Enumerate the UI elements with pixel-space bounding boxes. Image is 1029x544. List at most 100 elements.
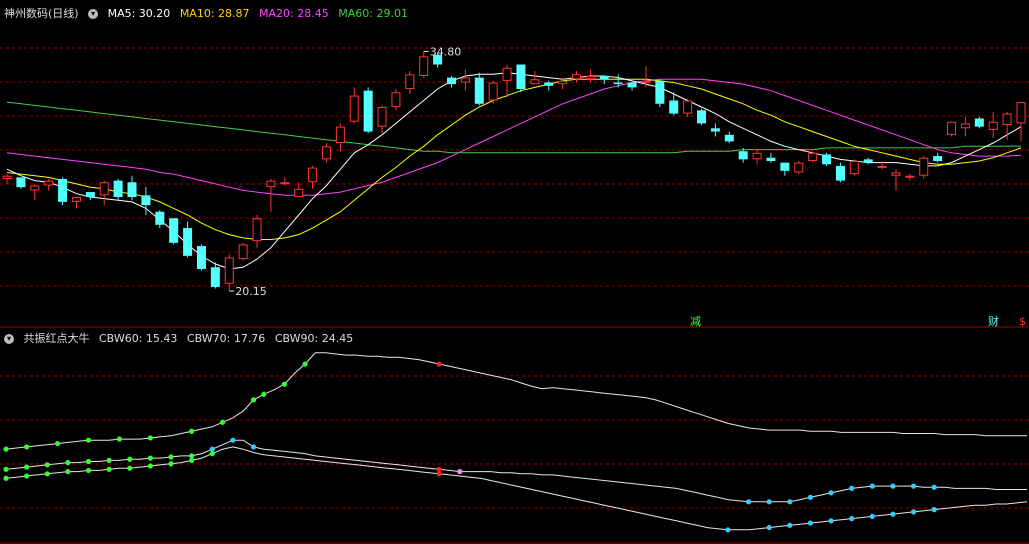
candle-body — [127, 182, 137, 197]
candle — [905, 174, 915, 181]
signal-dot — [787, 499, 793, 505]
candle-body — [294, 188, 304, 197]
candle — [599, 75, 609, 85]
signal-dot — [116, 436, 123, 442]
candle — [849, 159, 859, 176]
candle-body — [321, 146, 331, 160]
candle-body — [113, 180, 123, 197]
signal-dot — [3, 475, 9, 481]
candle-body — [474, 77, 484, 104]
candle-body — [377, 107, 387, 127]
indicator-lines — [5, 352, 1028, 531]
candle — [794, 161, 804, 175]
candle — [377, 105, 387, 134]
candle-body — [794, 162, 804, 173]
ma20-label: MA20: 28.45 — [259, 7, 329, 20]
signal-dot — [24, 473, 30, 479]
ma60-label: MA60: 29.01 — [338, 7, 408, 20]
candle-body — [99, 182, 109, 196]
candle-body — [905, 175, 915, 178]
dollar-marker[interactable]: $ — [1019, 315, 1026, 328]
signal-dot — [436, 361, 442, 367]
signal-dot — [250, 444, 257, 450]
candle-body — [738, 151, 748, 160]
candle — [446, 75, 456, 88]
candle — [947, 121, 957, 137]
candle — [835, 162, 845, 183]
candle — [349, 87, 359, 124]
candle-body — [558, 80, 568, 85]
signal-dot — [436, 466, 442, 472]
candle-body — [724, 134, 734, 142]
candle — [99, 180, 109, 206]
candle-body — [683, 100, 693, 114]
signal-dot — [250, 397, 257, 403]
ma5-label: MA5: 30.20 — [107, 7, 171, 20]
candle-body — [849, 161, 859, 175]
jian-marker[interactable]: 减 — [690, 315, 701, 328]
signal-dot — [127, 456, 133, 462]
candle — [321, 143, 331, 163]
signal-dot — [106, 466, 112, 472]
candle-body — [488, 82, 498, 101]
signal-dot — [828, 518, 834, 524]
candle-body — [308, 167, 318, 183]
signal-dot — [127, 465, 133, 471]
candle-body — [891, 172, 901, 176]
candle — [516, 64, 526, 93]
ma60-line — [6, 101, 1021, 154]
candle-body — [391, 92, 401, 108]
stock-chart-canvas: 34.80 20.15 — [0, 45, 1029, 544]
candle-body — [252, 218, 262, 242]
low-price-label: 20.15 — [235, 285, 267, 298]
candle — [724, 131, 734, 144]
candle-body — [613, 82, 623, 85]
candle-body — [585, 75, 595, 80]
candle-body — [2, 175, 12, 179]
candle — [697, 108, 707, 126]
ma5-line — [6, 72, 1022, 270]
cbw90-label: CBW90: 24.45 — [274, 332, 354, 345]
signal-dot — [189, 453, 195, 459]
candle — [391, 89, 401, 111]
ma20-line — [6, 78, 1022, 196]
indicator-title[interactable]: 共振红点大牛 — [24, 332, 90, 345]
indicator-toggle-icon[interactable]: ▾ — [4, 334, 14, 344]
signal-dot — [725, 527, 731, 533]
signal-dot — [931, 484, 937, 490]
signal-dot — [168, 461, 174, 467]
settings-toggle-icon[interactable]: ▾ — [88, 9, 99, 19]
candle-body — [44, 180, 54, 186]
candle-body — [808, 152, 818, 162]
candle-body — [446, 77, 456, 85]
signal-dot — [85, 437, 92, 443]
candle-body — [335, 126, 345, 144]
candle-body — [933, 156, 943, 162]
stock-title[interactable]: 神州数码(日线) — [4, 7, 79, 20]
candle — [502, 64, 512, 98]
candle — [58, 177, 68, 206]
signal-dot — [168, 454, 174, 460]
candle — [238, 242, 248, 261]
candle — [808, 151, 818, 163]
signal-dot — [106, 457, 112, 463]
candle-body — [460, 77, 470, 83]
candle — [627, 82, 637, 91]
main-chart-header: 神州数码(日线) ▾ MA5: 30.20 MA10: 28.87 MA20: … — [4, 6, 414, 22]
signal-dot — [54, 440, 61, 447]
candle — [641, 66, 651, 88]
candle-body — [988, 121, 998, 130]
candle-body — [141, 195, 151, 206]
cai-marker[interactable]: 财 — [988, 315, 999, 328]
candle-body — [530, 79, 540, 85]
candle-body — [196, 246, 206, 269]
signal-dot — [65, 460, 71, 466]
signal-dot — [807, 494, 814, 500]
candle-body — [641, 80, 651, 83]
signal-dot — [261, 391, 267, 397]
candle-body — [71, 196, 81, 202]
signal-dot — [147, 455, 153, 461]
ma10-label: MA10: 28.87 — [179, 7, 250, 20]
candle-body — [627, 82, 637, 88]
candle — [960, 116, 970, 137]
